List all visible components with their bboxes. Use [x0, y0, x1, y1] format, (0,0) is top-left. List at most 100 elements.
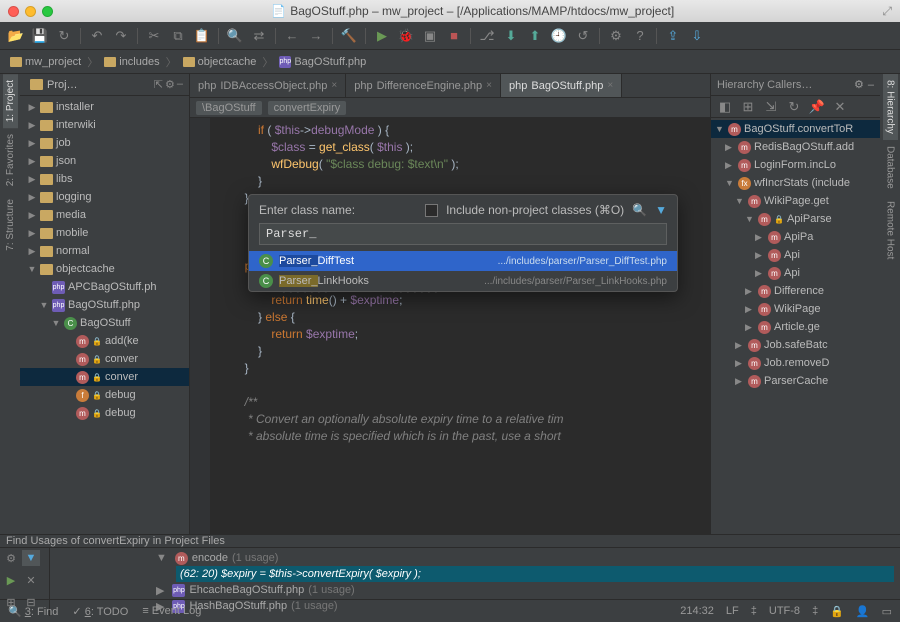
hierarchy-node[interactable]: ▶mParserCache: [711, 372, 880, 390]
tree-node[interactable]: phpAPCBagOStuff.ph: [20, 278, 189, 296]
class-name-input[interactable]: [259, 223, 667, 245]
fullscreen-icon[interactable]: ⤢: [882, 4, 892, 19]
status-todo[interactable]: ✓ 6: TODO: [72, 605, 128, 618]
memory-icon[interactable]: ▭: [882, 605, 892, 618]
download-icon[interactable]: ⇩: [687, 26, 707, 46]
class-result[interactable]: CParser_LinkHooks.../includes/parser/Par…: [249, 271, 677, 291]
zoom-icon[interactable]: [42, 6, 53, 17]
tree-node[interactable]: ▶libs: [20, 170, 189, 188]
hierarchy-node[interactable]: ▶mDifference: [711, 282, 880, 300]
breadcrumb-item[interactable]: mw_project: [6, 55, 85, 69]
minimize-icon[interactable]: [25, 6, 36, 17]
undo-icon[interactable]: ↶: [87, 26, 107, 46]
rerun-icon[interactable]: ▶: [2, 572, 20, 588]
find-result-row[interactable]: ▶phpEhcacheBagOStuff.php (1 usage): [56, 582, 894, 598]
class-results-list[interactable]: CParser_DiffTest.../includes/parser/Pars…: [249, 251, 677, 291]
paste-icon[interactable]: 📋: [192, 26, 212, 46]
include-nonproject-checkbox[interactable]: [425, 204, 438, 217]
replace-icon[interactable]: ⇄: [249, 26, 269, 46]
status-find[interactable]: 🔍 3: Find: [8, 605, 58, 618]
sync-icon[interactable]: ↻: [54, 26, 74, 46]
expand-icon[interactable]: ⊞: [738, 97, 758, 117]
close-icon[interactable]: ×: [607, 80, 613, 91]
filter-icon[interactable]: ▼: [655, 203, 667, 217]
hierarchy-node[interactable]: ▶mArticle.ge: [711, 318, 880, 336]
refresh-icon[interactable]: ↻: [784, 97, 804, 117]
tool-tab[interactable]: 2: Favorites: [3, 128, 18, 192]
debug-icon[interactable]: 🐞: [396, 26, 416, 46]
back-icon[interactable]: ←: [282, 26, 302, 46]
cut-icon[interactable]: ✂: [144, 26, 164, 46]
tool-tab[interactable]: Remote Host: [883, 195, 898, 265]
hide-icon[interactable]: –: [177, 78, 183, 91]
tool-tab[interactable]: Database: [883, 140, 898, 195]
close-icon[interactable]: ×: [486, 80, 492, 91]
tree-node[interactable]: ▼CBagOStuff: [20, 314, 189, 332]
run-icon[interactable]: ▶: [372, 26, 392, 46]
breadcrumb-item[interactable]: objectcache: [179, 55, 261, 69]
revert-icon[interactable]: ↺: [573, 26, 593, 46]
hierarchy-node[interactable]: ▼mBagOStuff.convertToR: [711, 120, 880, 138]
update-icon[interactable]: ⬇: [501, 26, 521, 46]
hierarchy-node[interactable]: ▶mLoginForm.incLo: [711, 156, 880, 174]
settings-icon[interactable]: ⚙: [606, 26, 626, 46]
tree-node[interactable]: m🔒debug: [20, 404, 189, 422]
settings-icon[interactable]: ⚙: [2, 550, 20, 566]
forward-icon[interactable]: →: [306, 26, 326, 46]
build-icon[interactable]: 🔨: [339, 26, 359, 46]
hierarchy-node[interactable]: ▶mJob.removeD: [711, 354, 880, 372]
coverage-icon[interactable]: ▣: [420, 26, 440, 46]
tool-tab[interactable]: 7: Structure: [3, 193, 18, 257]
hierarchy-node[interactable]: ▶mApi: [711, 246, 880, 264]
save-all-icon[interactable]: 💾: [30, 26, 50, 46]
tree-node[interactable]: m🔒add(ke: [20, 332, 189, 350]
editor-tab[interactable]: phpDifferenceEngine.php×: [346, 74, 501, 97]
close-icon[interactable]: ×: [331, 80, 337, 91]
find-result-row[interactable]: (62: 20) $expiry = $this->convertExpiry(…: [176, 566, 894, 582]
stop-icon[interactable]: ✕: [22, 572, 40, 588]
breadcrumb-item[interactable]: phpBagOStuff.php: [275, 55, 370, 69]
tree-node[interactable]: ▼phpBagOStuff.php: [20, 296, 189, 314]
hierarchy-node[interactable]: ▶mApi: [711, 264, 880, 282]
inspections-icon[interactable]: 👤: [856, 605, 870, 618]
redo-icon[interactable]: ↷: [111, 26, 131, 46]
hierarchy-node[interactable]: ▶mApiPa: [711, 228, 880, 246]
gear-icon[interactable]: ⚙: [854, 78, 864, 91]
vcs-icon[interactable]: ⎇: [477, 26, 497, 46]
copy-icon[interactable]: ⧉: [168, 26, 188, 46]
tree-node[interactable]: ▼objectcache: [20, 260, 189, 278]
history-icon[interactable]: 🕘: [549, 26, 569, 46]
tree-node[interactable]: ▶mobile: [20, 224, 189, 242]
help-icon[interactable]: ?: [630, 26, 650, 46]
hierarchy-node[interactable]: ▶mWikiPage: [711, 300, 880, 318]
hierarchy-node[interactable]: ▼fxwfIncrStats (include: [711, 174, 880, 192]
nav-member[interactable]: convertExpiry: [268, 101, 347, 115]
editor-nav-bar[interactable]: \BagOStuff convertExpiry: [190, 98, 710, 118]
collapse-icon[interactable]: ⇱: [154, 78, 163, 91]
close-icon[interactable]: [8, 6, 19, 17]
pin-icon[interactable]: 📌: [807, 97, 827, 117]
autoscroll-icon[interactable]: ⇲: [761, 97, 781, 117]
tree-node[interactable]: m🔒conver: [20, 368, 189, 386]
readonly-icon[interactable]: 🔒: [830, 605, 844, 618]
code-editor[interactable]: if ( $this->debugMode ) { $class = get_c…: [190, 118, 710, 534]
editor-tab[interactable]: phpBagOStuff.php×: [501, 74, 622, 97]
breadcrumb-item[interactable]: includes: [100, 55, 163, 69]
tree-node[interactable]: m🔒conver: [20, 350, 189, 368]
search-icon[interactable]: 🔍: [632, 203, 647, 217]
nav-class[interactable]: \BagOStuff: [196, 101, 262, 115]
tree-node[interactable]: ▶logging: [20, 188, 189, 206]
hierarchy-node[interactable]: ▶mJob.safeBatc: [711, 336, 880, 354]
editor-tab[interactable]: phpIDBAccessObject.php×: [190, 74, 346, 97]
window-controls[interactable]: [8, 6, 53, 17]
tree-node[interactable]: ▶interwiki: [20, 116, 189, 134]
tree-node[interactable]: ▶media: [20, 206, 189, 224]
open-icon[interactable]: 📂: [6, 26, 26, 46]
find-result-row[interactable]: ▼mencode (1 usage): [56, 550, 894, 566]
hierarchy-node[interactable]: ▼mWikiPage.get: [711, 192, 880, 210]
hierarchy-tree[interactable]: ▼mBagOStuff.convertToR▶mRedisBagOStuff.a…: [711, 118, 880, 534]
tree-node[interactable]: ▶installer: [20, 98, 189, 116]
tree-node[interactable]: f🔒debug: [20, 386, 189, 404]
hide-icon[interactable]: –: [868, 79, 874, 91]
deploy-icon[interactable]: ⇪: [663, 26, 683, 46]
